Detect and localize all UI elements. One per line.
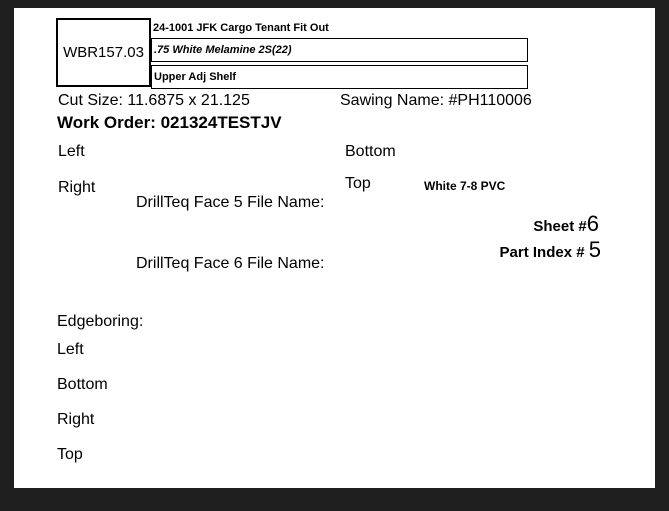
edgeboring-top: Top bbox=[57, 446, 83, 463]
cut-size: Cut Size: 11.6875 x 21.125 bbox=[58, 93, 250, 109]
edge-top-value: White 7-8 PVC bbox=[424, 179, 506, 193]
sheet-number: Sheet #6 bbox=[533, 213, 599, 235]
part-index: Part Index # 5 bbox=[500, 239, 601, 261]
drillteq-face5: DrillTeq Face 5 File Name: bbox=[136, 194, 325, 211]
cut-size-label: Cut Size: bbox=[58, 92, 123, 109]
sheet-label: Sheet # bbox=[533, 218, 587, 235]
part-name: Upper Adj Shelf bbox=[151, 65, 528, 89]
edgeboring-left: Left bbox=[57, 341, 84, 358]
part-label: WBR157.03 24-1001 JFK Cargo Tenant Fit O… bbox=[14, 8, 655, 488]
cut-size-value: 11.6875 x 21.125 bbox=[127, 92, 250, 109]
edge-left-label: Left bbox=[58, 143, 85, 160]
project-name: 24-1001 JFK Cargo Tenant Fit Out bbox=[153, 22, 329, 34]
part-index-value: 5 bbox=[588, 237, 601, 262]
drillteq-face6: DrillTeq Face 6 File Name: bbox=[136, 255, 325, 272]
work-order: Work Order: 021324TESTJV bbox=[57, 113, 282, 132]
sawing-name: Sawing Name: #PH110006 bbox=[340, 92, 532, 109]
edgeboring-bottom: Bottom bbox=[57, 376, 108, 393]
edgeboring-title: Edgeboring: bbox=[57, 313, 144, 330]
edgeboring-right: Right bbox=[57, 411, 95, 428]
edge-bottom-label: Bottom bbox=[345, 143, 396, 160]
part-index-label: Part Index # bbox=[499, 244, 585, 261]
sheet-value: 6 bbox=[586, 211, 599, 236]
part-id-box: WBR157.03 bbox=[56, 18, 151, 87]
part-id: WBR157.03 bbox=[63, 44, 144, 61]
edge-top-label: Top bbox=[345, 175, 371, 192]
edge-right-label: Right bbox=[58, 179, 96, 196]
material-name: .75 White Melamine 2S(22) bbox=[151, 38, 528, 62]
